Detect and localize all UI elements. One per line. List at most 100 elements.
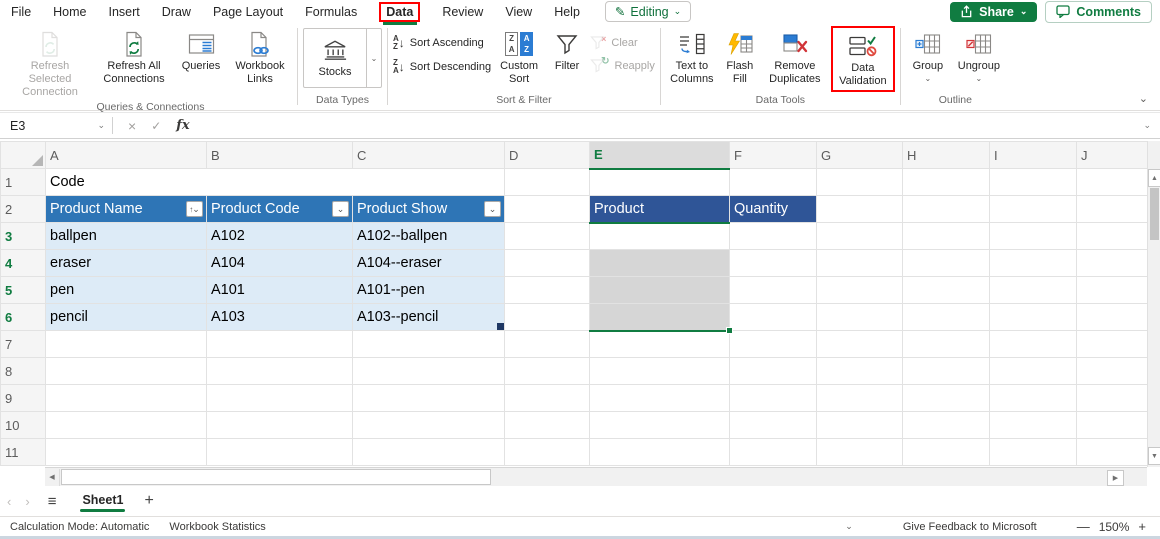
stocks-data-type-button[interactable]: Stocks ⌄: [303, 28, 382, 88]
cell[interactable]: [989, 303, 1077, 331]
cell-c3[interactable]: A102--ballpen: [352, 222, 505, 250]
workbook-statistics-button[interactable]: Workbook Statistics: [159, 521, 275, 533]
cell[interactable]: [902, 276, 990, 304]
sort-ascending-button[interactable]: A Z ↓ Sort Ascending: [393, 35, 491, 51]
cell-e2-header[interactable]: Product: [589, 195, 730, 223]
cell[interactable]: [206, 438, 353, 466]
cell[interactable]: [504, 438, 590, 466]
cell[interactable]: [729, 330, 817, 358]
cell[interactable]: [902, 411, 990, 439]
cell[interactable]: [352, 384, 505, 412]
cell[interactable]: [45, 438, 207, 466]
cell[interactable]: [902, 222, 990, 250]
cell[interactable]: [504, 249, 590, 277]
cell-a6[interactable]: pencil: [45, 303, 207, 331]
cell[interactable]: [45, 411, 207, 439]
horizontal-scroll-thumb[interactable]: [61, 469, 491, 485]
scroll-right-icon[interactable]: ▶: [1107, 470, 1124, 486]
add-sheet-button[interactable]: +: [144, 492, 153, 510]
cell[interactable]: [816, 168, 903, 196]
tab-insert[interactable]: Insert: [98, 2, 151, 22]
tab-help[interactable]: Help: [543, 2, 591, 22]
row-header-9[interactable]: 9: [0, 384, 46, 412]
cell-a2-header[interactable]: Product Name ↑ ⌄: [45, 195, 207, 223]
ungroup-button[interactable]: Ungroup ⌄: [953, 26, 1005, 85]
cell[interactable]: [816, 330, 903, 358]
cell[interactable]: [729, 411, 817, 439]
cell[interactable]: [816, 411, 903, 439]
insert-function-icon[interactable]: fx: [176, 118, 189, 133]
cell[interactable]: [206, 384, 353, 412]
row-header-1[interactable]: 1: [0, 168, 46, 196]
cell-a4[interactable]: eraser: [45, 249, 207, 277]
column-header-e-selected[interactable]: E: [589, 141, 730, 170]
stocks-dropdown[interactable]: ⌄: [366, 29, 381, 87]
cell-c2-header[interactable]: Product Show ⌄: [352, 195, 505, 223]
zoom-level[interactable]: 150%: [1099, 520, 1130, 534]
cell[interactable]: [589, 438, 730, 466]
custom-sort-button[interactable]: ZAAZ Custom Sort: [494, 26, 544, 88]
cell[interactable]: [504, 222, 590, 250]
filter-sort-dropdown-icon[interactable]: ↑ ⌄: [186, 201, 203, 217]
cell-a1-merged-title[interactable]: Code: [45, 168, 505, 196]
vertical-scroll-thumb[interactable]: [1150, 188, 1159, 240]
row-header-3[interactable]: 3: [0, 222, 46, 250]
cell-b5[interactable]: A101: [206, 276, 353, 304]
zoom-in-button[interactable]: +: [1138, 519, 1146, 534]
cell[interactable]: [816, 222, 903, 250]
cell[interactable]: [816, 276, 903, 304]
cell[interactable]: [989, 276, 1077, 304]
select-all-corner[interactable]: [0, 141, 46, 169]
editing-mode-button[interactable]: ✎ Editing ⌄: [604, 1, 692, 22]
filter-dropdown-icon[interactable]: ⌄: [484, 201, 501, 217]
workbook-links-button[interactable]: Workbook Links: [228, 26, 292, 88]
column-header-i[interactable]: I: [989, 141, 1077, 169]
cell[interactable]: [504, 357, 590, 385]
tab-data[interactable]: Data: [374, 1, 425, 23]
vertical-scrollbar[interactable]: ▲ ▼: [1147, 141, 1160, 467]
column-header-d[interactable]: D: [504, 141, 590, 169]
tab-draw[interactable]: Draw: [151, 2, 202, 22]
enter-check-icon[interactable]: ✓: [151, 119, 161, 133]
cell[interactable]: [352, 357, 505, 385]
cell[interactable]: [816, 249, 903, 277]
expand-formula-bar-icon[interactable]: ⌄: [1143, 120, 1160, 131]
all-sheets-menu-icon[interactable]: ≡: [37, 493, 68, 510]
cell[interactable]: [989, 222, 1077, 250]
cell[interactable]: [816, 303, 903, 331]
cell-f6[interactable]: [729, 303, 817, 331]
cell-b4[interactable]: A104: [206, 249, 353, 277]
data-validation-button[interactable]: Data Validation: [830, 26, 895, 92]
cell[interactable]: [902, 438, 990, 466]
cell[interactable]: [504, 168, 590, 196]
table-resize-handle[interactable]: [497, 323, 504, 330]
remove-duplicates-button[interactable]: Remove Duplicates: [762, 26, 828, 88]
scroll-left-icon[interactable]: ◀: [45, 469, 60, 486]
cell[interactable]: [206, 330, 353, 358]
row-header-6[interactable]: 6: [0, 303, 46, 331]
tab-formulas[interactable]: Formulas: [294, 2, 368, 22]
share-button[interactable]: Share ⌄: [950, 1, 1038, 22]
cell[interactable]: [989, 195, 1077, 223]
cell[interactable]: [816, 384, 903, 412]
cell[interactable]: [816, 357, 903, 385]
row-header-10[interactable]: 10: [0, 411, 46, 439]
cell[interactable]: [902, 357, 990, 385]
cell[interactable]: [504, 384, 590, 412]
column-header-a[interactable]: A: [45, 141, 207, 169]
cell[interactable]: [352, 330, 505, 358]
cell[interactable]: [989, 411, 1077, 439]
zoom-out-button[interactable]: —: [1077, 519, 1090, 534]
cell[interactable]: [902, 384, 990, 412]
cell[interactable]: [989, 249, 1077, 277]
cell[interactable]: [206, 411, 353, 439]
cell[interactable]: [902, 249, 990, 277]
column-header-g[interactable]: G: [816, 141, 903, 169]
cell[interactable]: [352, 411, 505, 439]
tab-home[interactable]: Home: [42, 2, 97, 22]
text-to-columns-button[interactable]: Text to Columns: [666, 26, 718, 88]
cell[interactable]: [989, 438, 1077, 466]
sort-descending-button[interactable]: Z A ↓ Sort Descending: [393, 59, 491, 75]
cell-e5-selected[interactable]: [589, 276, 730, 304]
cell[interactable]: [45, 384, 207, 412]
